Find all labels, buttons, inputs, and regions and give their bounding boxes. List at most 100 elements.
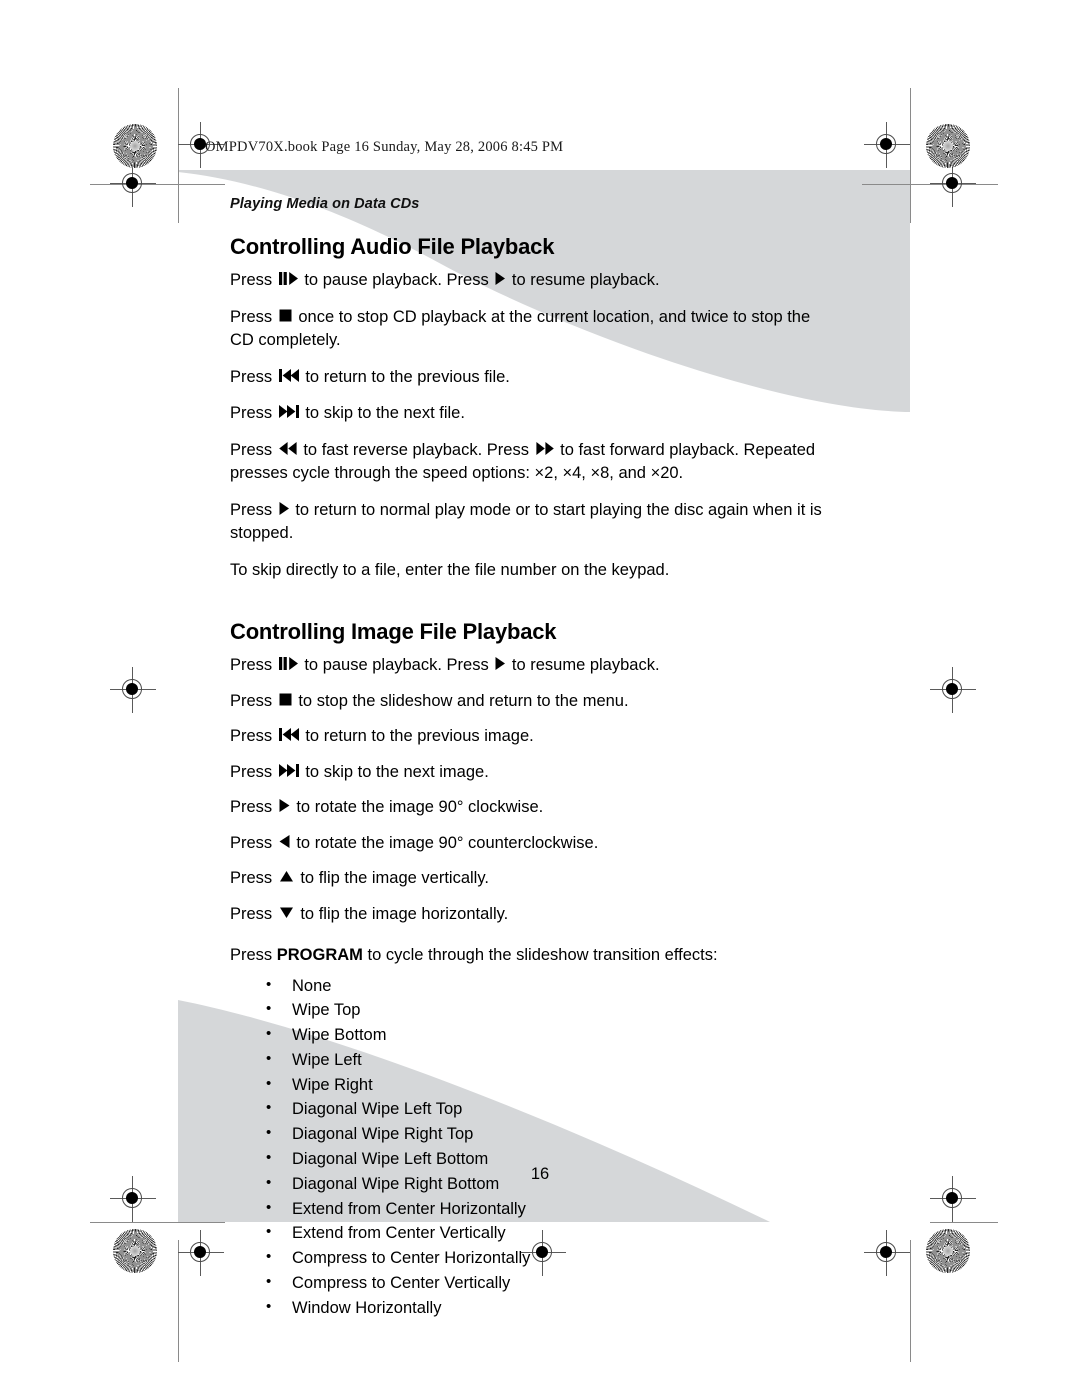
paragraph-image-rotate-ccw: Press to rotate the image 90° counterclo…	[230, 832, 830, 856]
registration-mark-top-right	[864, 122, 910, 168]
press-label: Press	[230, 869, 277, 887]
paragraph-text: to rotate the image 90° counterclockwise…	[291, 833, 599, 852]
play-icon	[279, 501, 289, 516]
press-label: Press	[230, 691, 277, 710]
paragraph-image-program: Press PROGRAM to cycle through the slide…	[230, 944, 830, 968]
press-label: Press	[230, 904, 277, 923]
press-label: Press	[230, 307, 277, 326]
right-arrow-icon	[279, 798, 290, 813]
starburst-target-bottom-right	[926, 1229, 970, 1273]
paragraph-text: to flip the image vertically.	[295, 869, 489, 887]
paragraph-audio-next: Press to skip to the next file.	[230, 402, 830, 426]
paragraph-image-next: Press to skip to the next image.	[230, 761, 830, 785]
next-track-icon	[278, 763, 299, 778]
paragraph-image-previous: Press to return to the previous image.	[230, 725, 830, 749]
down-arrow-icon	[279, 905, 294, 920]
registration-mark-middle-right	[930, 667, 976, 713]
starburst-target-top-right	[926, 124, 970, 168]
paragraph-text: to return to the previous image.	[300, 727, 534, 745]
play-icon	[495, 656, 506, 671]
paragraph-audio-keypad: To skip directly to a file, enter the fi…	[230, 560, 670, 579]
crosshair-dot	[946, 683, 958, 695]
press-label: Press	[230, 762, 277, 781]
paragraph-audio-scan: Press to fast reverse playback. Press to…	[230, 439, 830, 486]
list-item: Diagonal Wipe Right Top	[266, 1121, 830, 1147]
paragraph-text: to stop the slideshow and return to the …	[293, 691, 629, 710]
press-label: Press	[230, 656, 277, 674]
list-item: Diagonal Wipe Left Top	[266, 1096, 830, 1122]
next-track-icon	[278, 404, 299, 419]
manual-page: OMPDV70X.book Page 16 Sunday, May 28, 20…	[0, 0, 1080, 1397]
press-label: Press	[230, 271, 277, 289]
list-item: Wipe Bottom	[266, 1022, 830, 1048]
transition-effects-list: None Wipe Top Wipe Bottom Wipe Left Wipe…	[230, 973, 830, 1321]
paragraph-text: to return to normal play mode or to star…	[230, 500, 822, 543]
page-number: 16	[530, 1165, 550, 1183]
crosshair-dot	[880, 1246, 892, 1258]
paragraph-image-flip-vertical: Press to flip the image vertically.	[230, 867, 830, 891]
crosshair-dot	[946, 1192, 958, 1204]
paragraph-text: once to stop CD playback at the current …	[230, 307, 811, 350]
crosshair-dot	[946, 177, 958, 189]
left-arrow-icon	[279, 834, 290, 849]
paragraph-text: to pause playback. Press	[299, 656, 494, 674]
paragraph-text: to fast reverse playback. Press	[298, 440, 534, 459]
paragraph-text: to skip to the next image.	[300, 762, 489, 781]
fast-reverse-icon	[278, 441, 297, 456]
trim-rule-bottom-left-horizontal	[90, 1222, 225, 1223]
paragraph-audio-pause: Press to pause playback. Press to resume…	[230, 269, 830, 293]
list-item: Wipe Left	[266, 1047, 830, 1073]
list-item: Wipe Right	[266, 1072, 830, 1098]
paragraph-audio-normal-play: Press to return to normal play mode or t…	[230, 499, 830, 546]
paragraph-text: to cycle through the slideshow transitio…	[362, 946, 718, 964]
fast-forward-icon	[535, 441, 554, 456]
press-label: Press	[230, 367, 277, 386]
previous-track-icon	[278, 727, 299, 742]
press-label: Press	[230, 833, 277, 852]
crosshair-dot	[880, 138, 892, 150]
registration-mark-middle-left	[110, 667, 156, 713]
crosshair-dot	[126, 177, 138, 189]
paragraph-text: to rotate the image 90° clockwise.	[291, 798, 544, 816]
press-label: Press	[230, 946, 277, 964]
crosshair-dot	[194, 1246, 206, 1258]
paragraph-image-flip-horizontal: Press to flip the image horizontally.	[230, 903, 830, 927]
paragraph-image-pause: Press to pause playback. Press to resume…	[230, 654, 830, 678]
previous-track-icon	[278, 368, 299, 383]
list-item: Extend from Center Horizontally	[266, 1196, 830, 1222]
crosshair-dot	[126, 683, 138, 695]
list-item: Compress to Center Vertically	[266, 1270, 830, 1296]
paragraph-text: to return to the previous file.	[300, 367, 510, 386]
trim-rule-right-vertical	[910, 88, 911, 223]
list-item: Extend from Center Vertically	[266, 1220, 830, 1246]
paragraph-image-rotate-cw: Press to rotate the image 90° clockwise.	[230, 796, 830, 820]
page-content: Playing Media on Data CDs Controlling Au…	[230, 196, 830, 1321]
trim-rule-bottom-right-vertical	[910, 1240, 911, 1362]
stop-icon	[279, 692, 292, 707]
list-item: Compress to Center Horizontally	[266, 1245, 830, 1271]
registration-mark-upper-right	[930, 161, 976, 207]
paragraph-image-stop: Press to stop the slideshow and return t…	[230, 690, 830, 714]
list-item: Wipe Top	[266, 997, 830, 1023]
paragraph-text: to pause playback. Press	[299, 271, 494, 289]
paragraph-text: to flip the image horizontally.	[295, 904, 509, 923]
press-label: Press	[230, 727, 277, 745]
stop-icon	[279, 308, 292, 323]
program-button-label: PROGRAM	[276, 946, 363, 964]
press-label: Press	[230, 440, 277, 459]
running-head: Playing Media on Data CDs	[230, 196, 420, 212]
crosshair-dot	[126, 1192, 138, 1204]
registration-mark-bottom-right	[864, 1230, 910, 1276]
paragraph-audio-previous: Press to return to the previous file.	[230, 366, 830, 390]
section-title-image: Controlling Image File Playback	[230, 619, 557, 644]
paragraph-audio-stop: Press once to stop CD playback at the cu…	[230, 306, 830, 353]
pause-play-icon	[278, 656, 298, 671]
press-label: Press	[230, 500, 277, 519]
registration-mark-bottom-left	[178, 1230, 224, 1276]
list-item: None	[266, 973, 830, 999]
paragraph-text-tail: to resume playback.	[507, 271, 660, 289]
file-slug-line: OMPDV70X.book Page 16 Sunday, May 28, 20…	[205, 139, 564, 155]
starburst-target-top-left	[113, 124, 157, 168]
press-label: Press	[230, 404, 277, 422]
pause-play-icon	[278, 271, 298, 286]
